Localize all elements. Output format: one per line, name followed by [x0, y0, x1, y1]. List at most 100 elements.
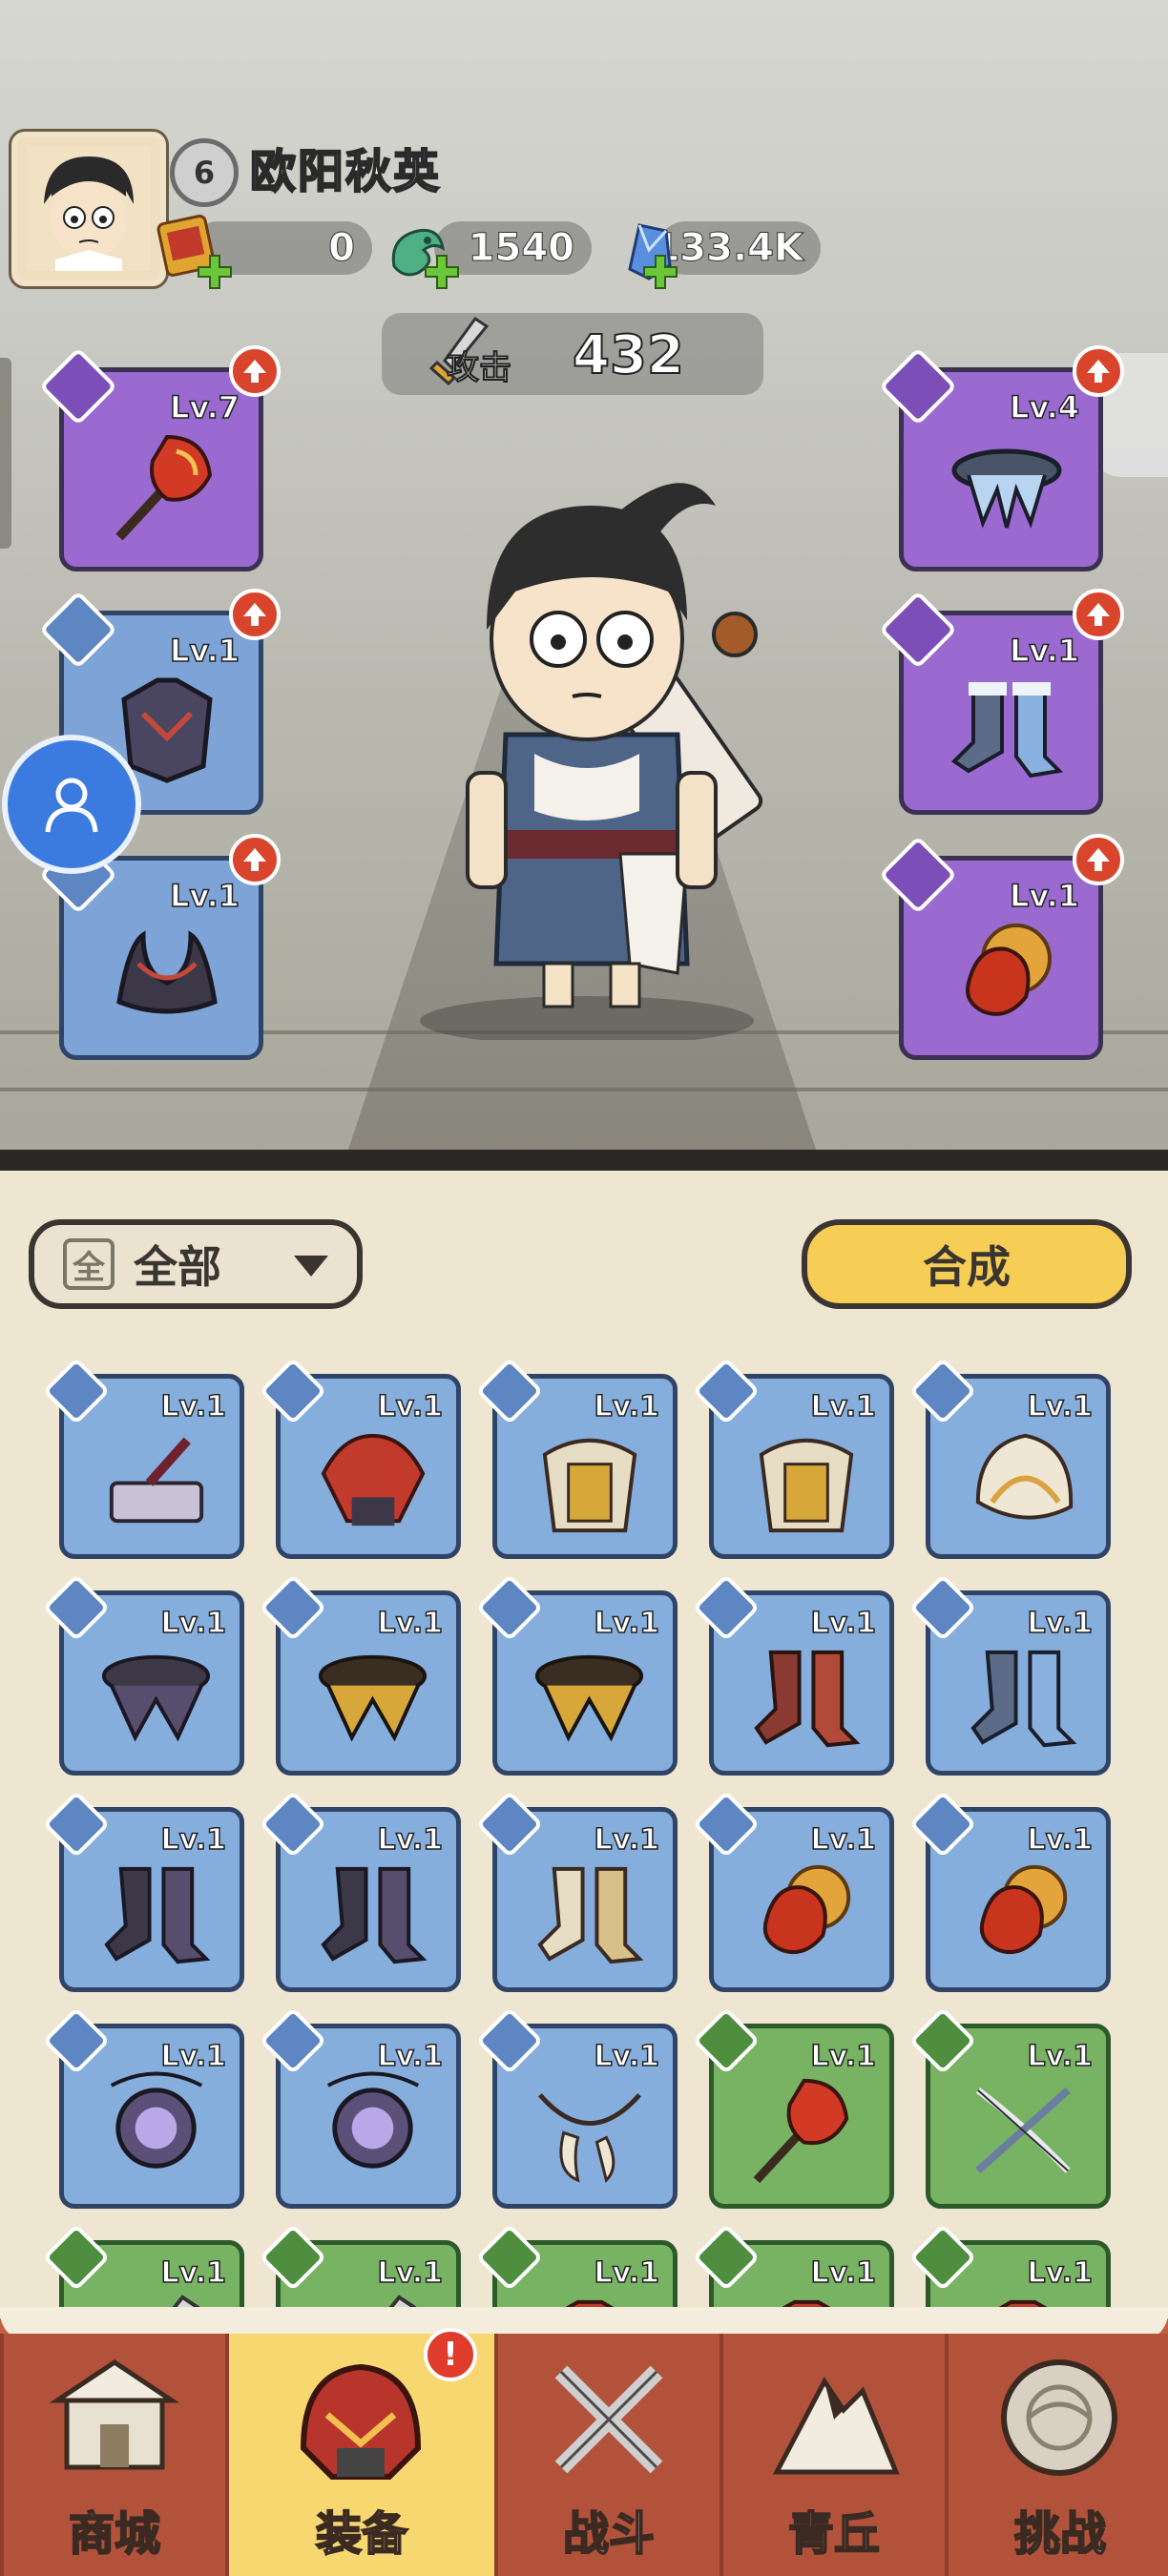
upgrade-arrow-icon[interactable] — [229, 834, 281, 885]
challenge-orb-icon — [1001, 2359, 1117, 2476]
item-type-icon — [475, 2223, 544, 2292]
inventory-item[interactable]: Lv.1 — [259, 1790, 461, 1992]
item-type-icon — [42, 2223, 111, 2292]
tooth-necklace-icon — [538, 2093, 641, 2184]
horned-crown-icon — [116, 930, 218, 1014]
golden-belt-icon — [534, 1654, 644, 1742]
player-avatar[interactable] — [11, 132, 166, 286]
inventory-item[interactable]: Lv.1 — [692, 1790, 894, 1992]
currency-value: 0 — [328, 226, 356, 271]
item-type-icon — [475, 2006, 544, 2075]
item-type-icon — [475, 1357, 544, 1425]
nav-tab-challenge[interactable]: 挑战 — [945, 2334, 1168, 2576]
inventory-item[interactable]: Lv.1 — [475, 2006, 678, 2209]
inventory-item[interactable]: Lv.1 — [908, 1357, 1111, 1559]
add-currency-icon[interactable] — [641, 253, 679, 291]
inventory-item[interactable]: Lv.1 — [692, 2006, 894, 2209]
item-type-icon — [692, 1790, 761, 1859]
item-type-icon — [42, 1790, 111, 1859]
nav-tab-shop[interactable]: 商城 — [0, 2334, 225, 2576]
nav-tab-battle[interactable]: 战斗 — [494, 2334, 720, 2576]
mountain-icon — [772, 2377, 900, 2475]
item-type-icon — [259, 2223, 327, 2292]
dropdown-arrow-icon — [294, 1256, 328, 1277]
item-type-icon — [692, 2223, 761, 2292]
inventory-item[interactable]: Lv.1 — [475, 1573, 678, 1776]
item-type-icon — [259, 1357, 327, 1425]
upgrade-arrow-icon[interactable] — [1073, 345, 1124, 397]
crimson-helm-icon — [321, 1433, 426, 1527]
item-type-icon — [259, 1790, 327, 1859]
void-amulet-icon — [110, 2071, 203, 2169]
nav-label: 商城 — [68, 2506, 161, 2562]
attack-label: 攻击 — [447, 349, 512, 388]
item-type-icon — [908, 1573, 977, 1642]
inventory-item[interactable]: Lv.1 — [259, 2006, 461, 2209]
nav-label: 战斗 — [562, 2506, 656, 2562]
inventory-item[interactable]: Lv.1 — [908, 1790, 1111, 1992]
filter-all-icon: 全 — [63, 1238, 115, 1290]
frost-belt-icon — [951, 448, 1062, 529]
flame-orb-icon — [762, 1864, 851, 1954]
flame-mace-icon — [115, 434, 213, 541]
inventory-item[interactable]: Lv.1 — [475, 1357, 678, 1559]
nav-tab-qingqiu[interactable]: 青丘 — [720, 2334, 945, 2576]
golden-belt-icon — [318, 1654, 428, 1742]
void-amulet-icon — [326, 2071, 420, 2169]
attack-value: 432 — [572, 323, 685, 387]
inventory-item[interactable]: Lv.1 — [692, 1357, 894, 1559]
inventory-item[interactable]: Lv.1 — [259, 1573, 461, 1776]
equip-slot-accessory[interactable]: Lv.1 — [878, 835, 1103, 1060]
crossbow-icon — [975, 2087, 1071, 2174]
item-type-icon — [692, 1573, 761, 1642]
nav-label: 装备 — [315, 2506, 408, 2562]
flame-orb-icon — [979, 1864, 1068, 1954]
item-type-icon — [692, 1357, 761, 1425]
upgrade-arrow-icon[interactable] — [229, 345, 281, 397]
inventory-item[interactable]: Lv.1 — [908, 2006, 1111, 2209]
player-portrait-icon — [27, 147, 151, 271]
bridge-rail — [0, 1088, 1168, 1091]
upgrade-arrow-icon[interactable] — [229, 589, 281, 640]
dark-boots-icon — [104, 1866, 211, 1964]
add-currency-icon[interactable] — [196, 253, 234, 291]
item-type-icon — [259, 1573, 327, 1642]
upgrade-arrow-icon[interactable] — [1073, 589, 1124, 640]
inventory-item[interactable]: Lv.1 — [42, 2006, 244, 2209]
nav-label: 挑战 — [1013, 2506, 1107, 2562]
frost-boots-icon — [970, 1650, 1077, 1748]
add-currency-icon[interactable] — [423, 253, 461, 291]
equip-slot-helmet[interactable]: Lv.1 — [38, 835, 263, 1060]
item-type-icon — [475, 1573, 544, 1642]
red-boots-icon — [754, 1650, 861, 1748]
equip-slot-boots[interactable]: Lv.1 — [878, 590, 1103, 815]
inventory-item[interactable]: Lv.1 — [42, 1573, 244, 1776]
alert-badge: ! — [424, 2328, 477, 2381]
inventory-item[interactable]: Lv.1 — [692, 1573, 894, 1776]
filter-label: 全部 — [134, 1241, 221, 1293]
panel-divider — [0, 1150, 1168, 1171]
inventory-item[interactable]: Lv.1 — [259, 1357, 461, 1559]
category-filter-dropdown[interactable]: 全 全部 — [29, 1219, 363, 1309]
item-type-icon — [908, 2223, 977, 2292]
equip-slot-weapon[interactable]: Lv.7 — [38, 346, 263, 571]
flame-orb-icon — [966, 924, 1052, 1016]
golden-boots-icon — [537, 1866, 644, 1964]
side-tab[interactable] — [0, 358, 11, 549]
inventory-item[interactable]: Lv.1 — [475, 1790, 678, 1992]
inventory-item[interactable]: Lv.1 — [42, 1790, 244, 1992]
compose-button[interactable]: 合成 — [802, 1219, 1132, 1309]
item-type-icon — [42, 1573, 111, 1642]
profile-float-button[interactable] — [2, 735, 141, 874]
currency-value: 1540 — [468, 226, 574, 271]
equip-slot-belt[interactable]: Lv.4 — [878, 346, 1103, 571]
item-type-icon — [42, 1357, 111, 1425]
inventory-item[interactable]: Lv.1 — [42, 1357, 244, 1559]
item-type-icon — [42, 2006, 111, 2075]
inventory-item[interactable]: Lv.1 — [908, 1573, 1111, 1776]
shop-icon — [49, 2358, 180, 2470]
item-type-icon — [908, 1357, 977, 1425]
equipment-helm-icon — [300, 2363, 422, 2480]
item-type-icon — [908, 1790, 977, 1859]
upgrade-arrow-icon[interactable] — [1073, 834, 1124, 885]
